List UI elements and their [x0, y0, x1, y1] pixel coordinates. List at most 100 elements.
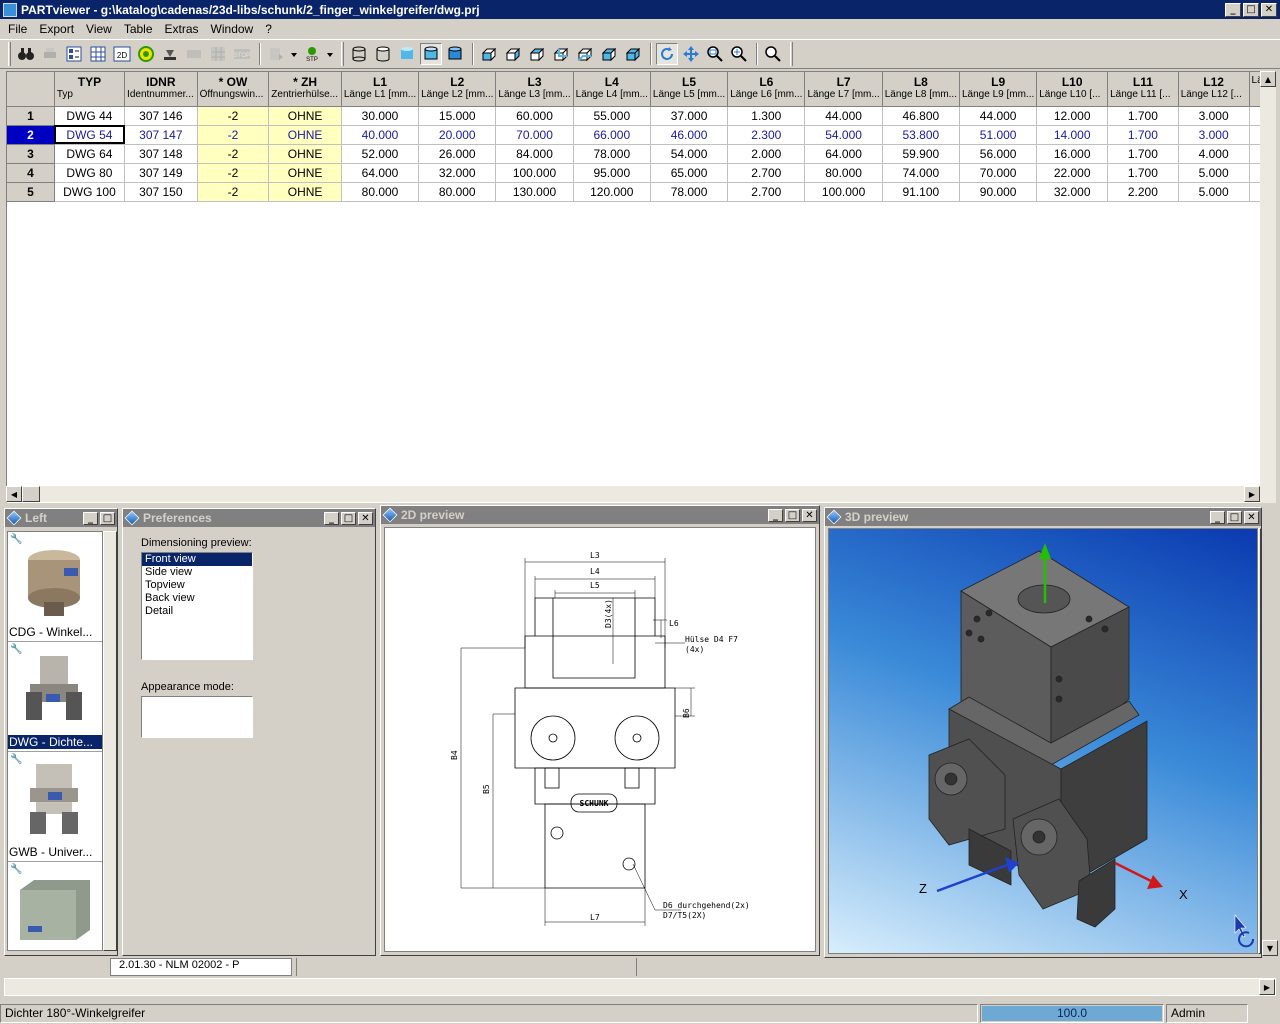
row-number[interactable]: 5: [7, 182, 55, 202]
minimize-button[interactable]: _: [83, 511, 98, 525]
print-icon[interactable]: [39, 43, 61, 65]
table-cell[interactable]: DWG 80: [54, 163, 126, 183]
table-cell[interactable]: OHNE: [268, 182, 342, 202]
menu-file[interactable]: File: [2, 22, 33, 36]
toolbar-grip[interactable]: [8, 42, 11, 66]
column-header[interactable]: L6 Länge L6 [mm...: [727, 72, 806, 107]
table-row[interactable]: 4 DWG 80 307 149 -2 OHNE 64.000 32.000 100.000 9…: [7, 163, 1267, 183]
table-cell[interactable]: -2: [197, 106, 270, 126]
dropdown-arrow-icon[interactable]: [289, 43, 299, 65]
table-row[interactable]: 2 DWG 54 307 147 -2 OHNE 40.000 20.000 70.000 66…: [7, 125, 1267, 145]
toolbar-grip[interactable]: [341, 42, 344, 66]
table-cell[interactable]: 80.000: [418, 182, 497, 202]
shaded-icon[interactable]: [396, 43, 418, 65]
column-header[interactable]: IDNR Identnummer...: [124, 72, 198, 107]
close-button[interactable]: ✕: [802, 508, 817, 522]
column-header[interactable]: TYP Typ: [54, 72, 126, 107]
table-cell[interactable]: 307 150: [124, 182, 198, 202]
table-cell[interactable]: 30.000: [341, 106, 420, 126]
table-cell[interactable]: 2.700: [727, 182, 806, 202]
table-cell[interactable]: 44.000: [804, 106, 883, 126]
scroll-right-icon[interactable]: ▶: [1259, 979, 1275, 995]
view-iso-icon[interactable]: [598, 43, 620, 65]
menu-window[interactable]: Window: [205, 22, 260, 36]
table-cell[interactable]: 100.000: [495, 163, 574, 183]
view-back-icon[interactable]: [550, 43, 572, 65]
table-cell[interactable]: OHNE: [268, 106, 342, 126]
table-cell[interactable]: 56.000: [959, 144, 1038, 164]
table-cell[interactable]: 1.700: [1107, 144, 1179, 164]
drawing-canvas[interactable]: L3 L4 L5 L6 L7 B4 B5 B6 D3(4x) Hülse D4 …: [384, 527, 816, 952]
view-side-icon[interactable]: [502, 43, 524, 65]
table-cell[interactable]: DWG 100: [54, 182, 126, 202]
globe-icon[interactable]: [135, 43, 157, 65]
column-header[interactable]: L5 Länge L5 [mm...: [650, 72, 729, 107]
solid-icon[interactable]: [444, 43, 466, 65]
table-cell[interactable]: 5.000: [1178, 182, 1250, 202]
row-number[interactable]: 4: [7, 163, 55, 183]
table-cell[interactable]: 84.000: [495, 144, 574, 164]
table-cell[interactable]: 90.000: [959, 182, 1038, 202]
table-cell[interactable]: 78.000: [650, 182, 729, 202]
table-cell[interactable]: -2: [197, 163, 270, 183]
table-row[interactable]: 5 DWG 100 307 150 -2 OHNE 80.000 80.000 130.000…: [7, 182, 1267, 202]
table-cell[interactable]: 65.000: [650, 163, 729, 183]
view-top-icon[interactable]: [526, 43, 548, 65]
table-cell[interactable]: -2: [197, 182, 270, 202]
column-header[interactable]: L2 Länge L2 [mm...: [418, 72, 497, 107]
hidden-line-icon[interactable]: [372, 43, 394, 65]
table-cell[interactable]: OHNE: [268, 144, 342, 164]
table-cell[interactable]: 2.300: [727, 125, 806, 145]
column-header[interactable]: L11 Länge L11 [...: [1107, 72, 1179, 107]
table-vertical-scrollbar[interactable]: ▲: [1260, 71, 1276, 503]
shaded-edges-icon[interactable]: [420, 43, 442, 65]
scroll-right-icon[interactable]: ▶: [1244, 486, 1260, 502]
tools-icon[interactable]: [159, 43, 181, 65]
row-number[interactable]: 1: [7, 106, 55, 126]
scroll-up-icon[interactable]: ▲: [1260, 71, 1276, 87]
table-cell[interactable]: 60.000: [495, 106, 574, 126]
left-panel-scrollbar[interactable]: [103, 531, 117, 951]
scroll-left-icon[interactable]: ◀: [6, 486, 22, 502]
column-header[interactable]: L7 Länge L7 [mm...: [804, 72, 883, 107]
column-header[interactable]: L9 Länge L9 [mm...: [959, 72, 1038, 107]
row-number[interactable]: 3: [7, 144, 55, 164]
list-item[interactable]: 🔧 GWB - Univer...: [8, 752, 102, 862]
table-cell[interactable]: 52.000: [341, 144, 420, 164]
table-cell[interactable]: 26.000: [418, 144, 497, 164]
table-cell[interactable]: 20.000: [418, 125, 497, 145]
table-cell[interactable]: 307 147: [124, 125, 198, 145]
table-cell[interactable]: 54.000: [804, 125, 883, 145]
pan-icon[interactable]: [680, 43, 702, 65]
table-cell[interactable]: 16.000: [1036, 144, 1109, 164]
table-cell[interactable]: 95.000: [573, 163, 651, 183]
table-cell[interactable]: 1.300: [727, 106, 806, 126]
table-cell[interactable]: 3.000: [1178, 106, 1250, 126]
table-row[interactable]: 3 DWG 64 307 148 -2 OHNE 52.000 26.000 84.000 78…: [7, 144, 1267, 164]
table-cell[interactable]: 55.000: [573, 106, 651, 126]
2d-icon[interactable]: 2D: [111, 43, 133, 65]
maximize-button[interactable]: □: [341, 511, 356, 525]
table-cell[interactable]: 130.000: [495, 182, 574, 202]
table-cell[interactable]: 80.000: [341, 182, 420, 202]
table-cell[interactable]: 64.000: [804, 144, 883, 164]
table-cell[interactable]: 51.000: [959, 125, 1038, 145]
table-cell[interactable]: 64.000: [341, 163, 420, 183]
table-cell[interactable]: 53.800: [882, 125, 960, 145]
view-bottom-icon[interactable]: [574, 43, 596, 65]
binoculars-icon[interactable]: [15, 43, 37, 65]
maximize-button[interactable]: □: [785, 508, 800, 522]
menu-help[interactable]: ?: [259, 22, 278, 36]
tree-icon[interactable]: [63, 43, 85, 65]
list-item[interactable]: 🔧: [8, 862, 102, 950]
table-cell[interactable]: 32.000: [1036, 182, 1109, 202]
maximize-button[interactable]: □: [1227, 510, 1242, 524]
table-cell[interactable]: 32.000: [418, 163, 497, 183]
toolbar-grip[interactable]: [790, 42, 793, 66]
table-row[interactable]: 1 DWG 44 307 146 -2 OHNE 30.000 15.000 60.000 55…: [7, 106, 1267, 126]
table-cell[interactable]: 5.000: [1178, 163, 1250, 183]
view-option-back[interactable]: Back view: [142, 592, 252, 605]
table-cell[interactable]: 1.700: [1107, 163, 1179, 183]
zoom-icon[interactable]: [762, 43, 784, 65]
column-header[interactable]: L4 Länge L4 [mm...: [573, 72, 651, 107]
